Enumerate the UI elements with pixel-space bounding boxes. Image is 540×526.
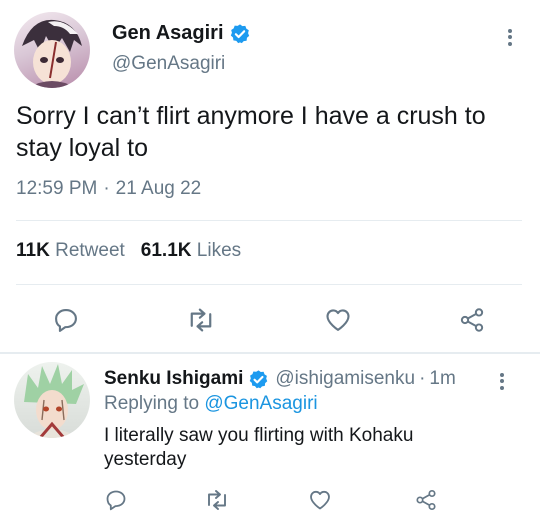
- separator-dot: ·: [103, 178, 110, 199]
- author-name[interactable]: Gen Asagiri: [112, 22, 224, 45]
- retweets-count: 11K: [16, 240, 50, 261]
- tweet-timestamp[interactable]: 12:59 PM · 21 Aug 22: [16, 178, 201, 200]
- tweet-date: 21 Aug 22: [115, 178, 202, 199]
- likes-label: Likes: [196, 240, 242, 261]
- divider: [16, 220, 522, 221]
- author-handle[interactable]: @GenAsagiri: [112, 53, 225, 75]
- retweet-icon[interactable]: [186, 306, 216, 334]
- reply-author-handle[interactable]: @ishigamisenku: [275, 368, 415, 390]
- likes-stat[interactable]: 61.1K Likes: [141, 240, 241, 262]
- tweet-time: 12:59 PM: [16, 178, 98, 199]
- separator-dot: ·: [419, 368, 426, 389]
- reply-author-avatar[interactable]: [14, 362, 90, 438]
- retweet-stat[interactable]: 11K Retweet: [16, 240, 125, 262]
- replying-to-line: Replying to @GenAsagiri: [104, 393, 318, 415]
- replying-to-handle-link[interactable]: @GenAsagiri: [204, 393, 317, 414]
- tweet-text: Sorry I can’t flirt anymore I have a cru…: [16, 102, 486, 162]
- share-icon[interactable]: [458, 306, 486, 334]
- reply-icon[interactable]: [52, 306, 80, 334]
- verified-badge-icon: [248, 369, 269, 390]
- share-icon[interactable]: [414, 488, 438, 512]
- reply-icon[interactable]: [104, 488, 128, 512]
- reply-author-name[interactable]: Senku Ishigami: [104, 368, 243, 390]
- author-avatar[interactable]: [14, 12, 90, 88]
- retweet-icon[interactable]: [204, 488, 230, 512]
- divider: [16, 284, 522, 285]
- verified-badge-icon: [229, 23, 251, 45]
- more-vertical-icon[interactable]: [500, 370, 504, 392]
- engagement-stats: 11K Retweet 61.1K Likes: [16, 240, 241, 262]
- heart-icon[interactable]: [324, 306, 352, 334]
- likes-count: 61.1K: [140, 240, 192, 261]
- retweets-label: Retweet: [55, 240, 125, 261]
- more-vertical-icon[interactable]: [508, 26, 512, 48]
- replying-to-prefix: Replying to: [104, 393, 200, 414]
- section-separator: [0, 352, 540, 354]
- reply-time-ago[interactable]: 1m: [429, 368, 455, 390]
- reply-avatar-illustration: [24, 364, 84, 438]
- heart-icon[interactable]: [308, 488, 332, 512]
- reply-text: I literally saw you flirting with Kohaku…: [104, 425, 414, 470]
- avatar-illustration: [22, 19, 82, 88]
